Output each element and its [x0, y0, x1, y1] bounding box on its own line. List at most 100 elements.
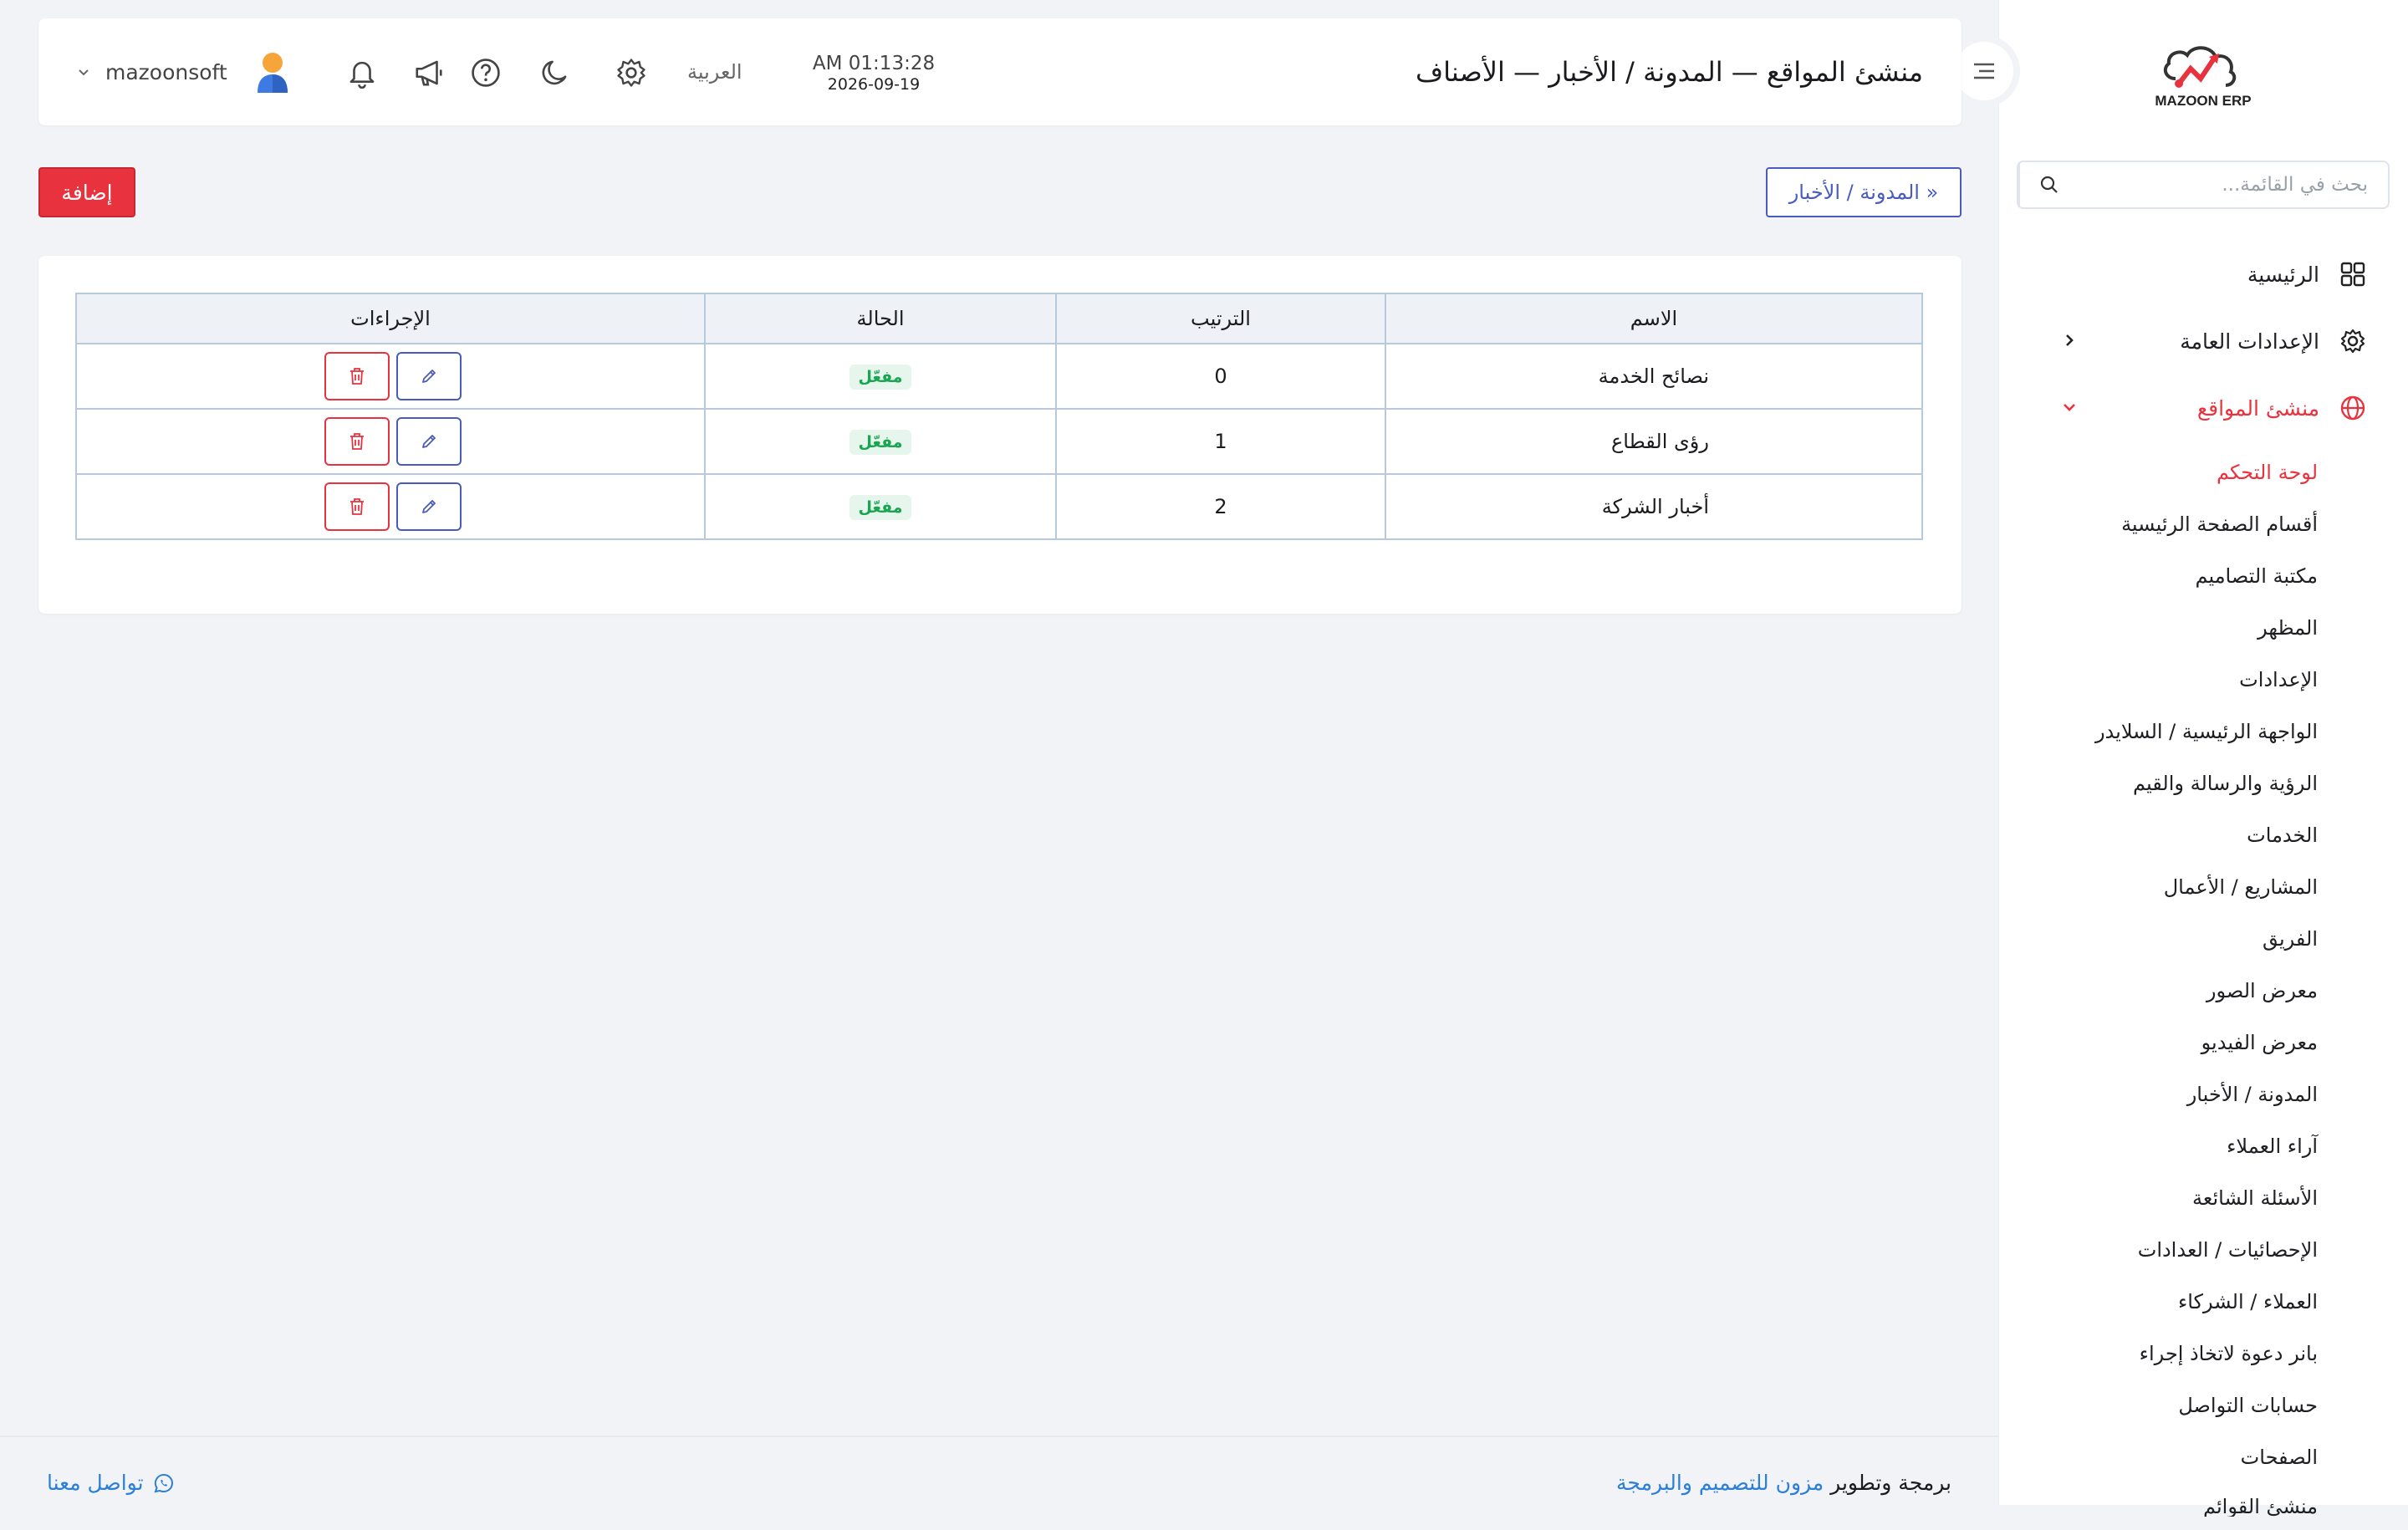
- clock-date: 2026-09-19: [827, 75, 921, 94]
- edit-button[interactable]: [396, 482, 462, 531]
- submenu-item-blog-news[interactable]: المدونة / الأخبار: [1998, 1068, 2408, 1120]
- sidebar: MAZOON ERP الرئيسية الإعدادات العامة: [1998, 0, 2408, 1517]
- submenu-item-clients-partners[interactable]: العملاء / الشركاء: [1998, 1276, 2408, 1328]
- table-row: رؤى القطاع 1 مفعّل: [75, 408, 1923, 475]
- top-header: منشئ المواقع — المدونة / الأخبار — الأصن…: [38, 18, 1962, 125]
- help-icon[interactable]: [468, 55, 503, 90]
- submenu-item-hero-slider[interactable]: الواجهة الرئيسية / السلايدر: [1998, 706, 2408, 757]
- cell-status: مفعّل: [704, 473, 1057, 540]
- page-title: منشئ المواقع — المدونة / الأخبار — الأصن…: [1415, 56, 1923, 88]
- brand-logo[interactable]: MAZOON ERP: [2150, 33, 2256, 110]
- gear-icon[interactable]: [614, 55, 649, 90]
- table-row: أخبار الشركة 2 مفعّل: [75, 473, 1923, 540]
- sidebar-item-label: الرئيسية: [2247, 262, 2319, 287]
- edit-button[interactable]: [396, 352, 462, 400]
- sidebar-item-label: الإعدادات العامة: [2180, 329, 2319, 354]
- edit-button[interactable]: [396, 417, 462, 466]
- add-button[interactable]: إضافة: [38, 167, 135, 217]
- sidebar-item-label: منشئ المواقع: [2196, 395, 2319, 421]
- footer-credit: برمجة وتطوير مزون للتصميم والبرمجة: [1616, 1471, 1951, 1495]
- table-header-row: الاسم الترتيب الحالة الإجراءات: [75, 293, 1923, 344]
- trash-icon: [350, 368, 364, 385]
- bell-icon[interactable]: [344, 55, 380, 90]
- categories-table: الاسم الترتيب الحالة الإجراءات نصائح الخ…: [75, 293, 1923, 540]
- user-menu[interactable]: mazoonsoft: [77, 48, 293, 95]
- column-header-status: الحالة: [704, 293, 1057, 344]
- table-row: نصائح الخدمة 0 مفعّل: [75, 343, 1923, 410]
- clock: AM 01:13:28 2026-09-19: [794, 52, 953, 94]
- status-badge: مفعّل: [849, 429, 911, 455]
- chevron-left-icon[interactable]: [2057, 328, 2082, 353]
- submenu-item-statistics[interactable]: الإحصائيات / العدادات: [1998, 1224, 2408, 1276]
- submenu-item-home-sections[interactable]: أقسام الصفحة الرئيسية: [1998, 498, 2408, 550]
- language-switcher[interactable]: العربية: [687, 60, 742, 84]
- submenu-item-design-library[interactable]: مكتبة التصاميم: [1998, 550, 2408, 602]
- submenu-item-testimonials[interactable]: آراء العملاء: [1998, 1120, 2408, 1172]
- grid-icon: [2336, 258, 2370, 291]
- svg-text:MAZOON ERP: MAZOON ERP: [2155, 93, 2251, 109]
- categories-card: الاسم الترتيب الحالة الإجراءات نصائح الخ…: [38, 256, 1962, 614]
- site-builder-submenu: لوحة التحكم أقسام الصفحة الرئيسية مكتبة …: [1998, 441, 2408, 1517]
- menu-lines-icon: [1974, 63, 1994, 79]
- moon-icon[interactable]: [537, 55, 572, 90]
- pencil-icon: [422, 435, 436, 448]
- trash-icon: [350, 498, 364, 515]
- delete-button[interactable]: [324, 417, 390, 466]
- megaphone-icon[interactable]: [411, 55, 446, 90]
- submenu-item-services[interactable]: الخدمات: [1998, 809, 2408, 861]
- column-header-order: الترتيب: [1055, 293, 1386, 344]
- footer: برمجة وتطوير مزون للتصميم والبرمجة تواصل…: [0, 1436, 1998, 1530]
- submenu-item-social-accounts[interactable]: حسابات التواصل: [1998, 1380, 2408, 1431]
- delete-button[interactable]: [324, 352, 390, 400]
- sidebar-menu: الرئيسية الإعدادات العامة منشئ المواقع ل…: [1998, 241, 2408, 1517]
- status-badge: مفعّل: [849, 494, 911, 520]
- cell-name: رؤى القطاع: [1385, 408, 1923, 475]
- whatsapp-icon: [154, 1473, 173, 1492]
- cell-actions: [75, 408, 706, 475]
- column-header-name: الاسم: [1385, 293, 1923, 344]
- back-to-blog-button[interactable]: « المدونة / الأخبار: [1766, 167, 1962, 217]
- sidebar-item-site-builder[interactable]: منشئ المواقع: [1998, 375, 2408, 441]
- submenu-item-team[interactable]: الفريق: [1998, 913, 2408, 965]
- contact-link[interactable]: تواصل معنا: [47, 1471, 174, 1495]
- pencil-icon: [422, 500, 436, 513]
- column-header-actions: الإجراءات: [75, 293, 706, 344]
- submenu-item-video-gallery[interactable]: معرض الفيديو: [1998, 1017, 2408, 1068]
- clock-time: AM 01:13:28: [812, 53, 936, 74]
- cell-status: مفعّل: [704, 343, 1057, 410]
- sidebar-search: [2017, 161, 2390, 209]
- delete-button[interactable]: [324, 482, 390, 531]
- sidebar-item-home[interactable]: الرئيسية: [1998, 241, 2408, 308]
- submenu-item-dashboard[interactable]: لوحة التحكم: [1998, 446, 2408, 498]
- submenu-item-settings[interactable]: الإعدادات: [1998, 654, 2408, 706]
- credit-link[interactable]: مزون للتصميم والبرمجة: [1616, 1471, 1824, 1495]
- submenu-item-photo-gallery[interactable]: معرض الصور: [1998, 965, 2408, 1017]
- pencil-icon: [422, 370, 436, 383]
- submenu-item-projects[interactable]: المشاريع / الأعمال: [1998, 861, 2408, 913]
- chevron-down-icon[interactable]: [2057, 395, 2082, 420]
- cell-order: 2: [1055, 473, 1386, 540]
- username: mazoonsoft: [105, 59, 227, 84]
- globe-icon: [2336, 391, 2370, 425]
- sidebar-item-general-settings[interactable]: الإعدادات العامة: [1998, 308, 2408, 375]
- contact-label: تواصل معنا: [47, 1471, 144, 1495]
- gear-icon: [2336, 324, 2370, 358]
- cell-name: نصائح الخدمة: [1385, 343, 1923, 410]
- mazoon-logo-icon: MAZOON ERP: [2155, 46, 2252, 109]
- submenu-item-faq[interactable]: الأسئلة الشائعة: [1998, 1172, 2408, 1224]
- trash-icon: [350, 433, 364, 450]
- avatar: [253, 49, 293, 94]
- chevron-down-icon: [77, 64, 94, 80]
- submenu-item-menu-builder[interactable]: منشئ القوائم: [1998, 1483, 2408, 1517]
- cell-actions: [75, 343, 706, 410]
- submenu-item-cta-banner[interactable]: بانر دعوة لاتخاذ إجراء: [1998, 1328, 2408, 1380]
- cell-actions: [75, 473, 706, 540]
- sidebar-search-input[interactable]: [2079, 174, 2388, 196]
- credit-prefix: برمجة وتطوير: [1830, 1471, 1951, 1495]
- status-badge: مفعّل: [849, 364, 911, 390]
- search-icon[interactable]: [2018, 162, 2079, 207]
- submenu-item-pages[interactable]: الصفحات: [1998, 1431, 2408, 1483]
- cell-order: 1: [1055, 408, 1386, 475]
- submenu-item-appearance[interactable]: المظهر: [1998, 602, 2408, 654]
- submenu-item-vision-mission[interactable]: الرؤية والرسالة والقيم: [1998, 757, 2408, 809]
